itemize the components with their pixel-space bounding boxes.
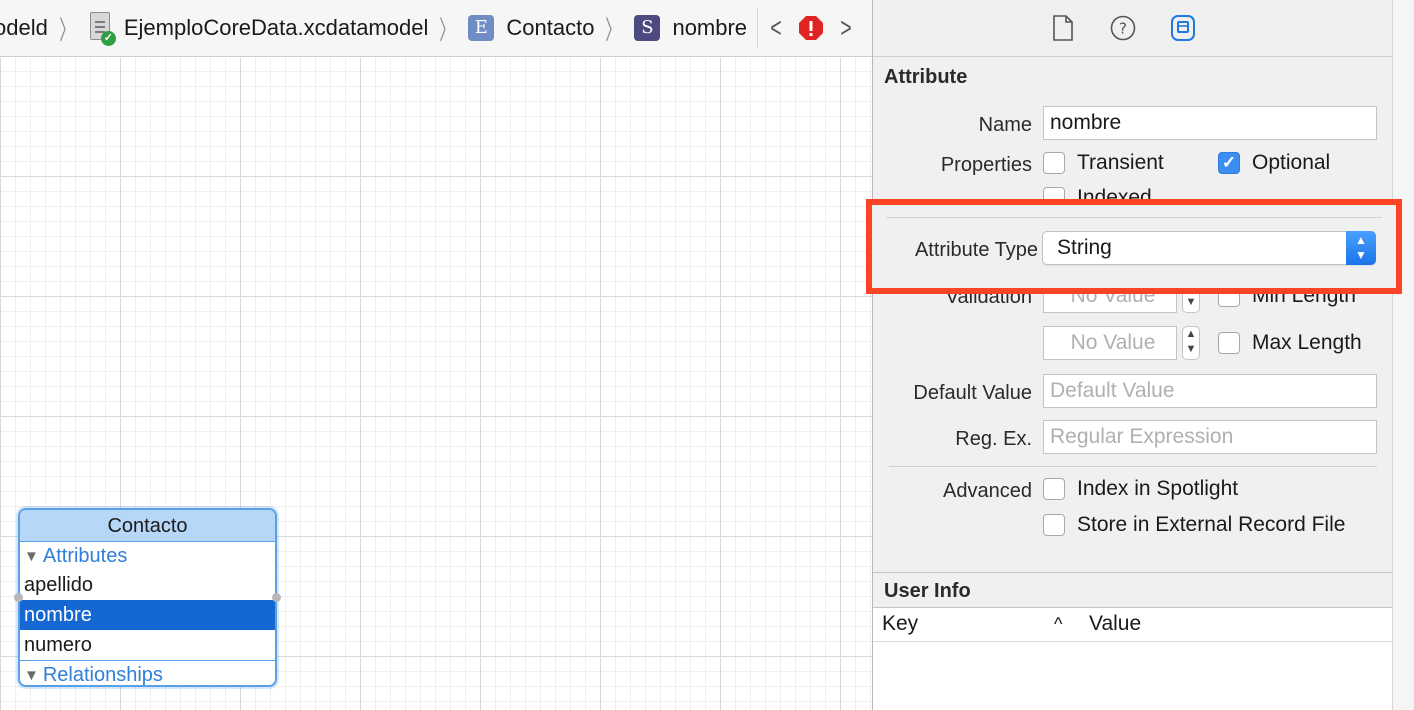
regex-label: Reg. Ex. [955,428,1032,450]
attribute-type-value: String [1057,236,1112,259]
entity-title[interactable]: Contacto [20,510,275,542]
value-column-header[interactable]: Value [1089,608,1141,640]
attribute-type-popup[interactable]: String ▲ ▼ [1042,231,1376,265]
max-length-checkbox[interactable] [1218,332,1240,354]
attribute-type-label: Attribute Type [914,239,1038,261]
attributes-section-header[interactable]: ▼ Attributes [20,542,275,570]
optional-checkbox[interactable]: ✓ [1218,152,1240,174]
section-divider [886,217,1382,218]
sort-ascending-icon[interactable]: ^ [1054,608,1062,640]
string-attribute-icon: S [634,15,661,41]
breadcrumb-label: Contacto [506,15,595,40]
breadcrumb-item-attribute[interactable]: S nombre [634,0,747,56]
data-model-inspector: ? Attribute Name nombre Properties Trans… [872,0,1393,710]
spotlight-checkbox[interactable] [1043,478,1065,500]
name-field[interactable]: nombre [1043,106,1377,140]
next-issue-button[interactable]: > [838,12,855,44]
connection-handle[interactable] [272,593,281,602]
user-info-table-body[interactable] [873,642,1393,710]
tab-data-model-inspector[interactable] [1170,14,1196,42]
quick-help-icon: ? [1110,15,1135,41]
jump-bar: odeld 〉 ✓ EjemploCoreData.xcdatamodel 〉 … [0,0,872,57]
disclosure-triangle-icon[interactable]: ▼ [24,667,39,684]
max-length-checkbox-row[interactable]: Max Length [1218,331,1362,355]
chevron-right-icon: 〉 [439,14,456,45]
transient-checkbox[interactable] [1043,152,1065,174]
tab-file-inspector[interactable] [1050,14,1076,42]
user-info-table-header: Key ^ Value [873,608,1393,642]
breadcrumb-label: EjemploCoreData.xcdatamodel [123,15,429,40]
section-divider [889,466,1377,467]
breadcrumb-item-model-partial[interactable]: odeld 〉 [0,0,88,56]
data-model-file-icon: ✓ [88,12,116,46]
svg-text:?: ? [1119,20,1127,38]
relationships-section-header[interactable]: ▼ Relationships [20,660,275,686]
spotlight-label: Index in Spotlight [1077,477,1239,500]
breadcrumb-label: odeld [0,15,48,40]
user-info-section-header: User Info [873,572,1393,608]
max-value-stepper[interactable]: ▲ ▼ [1182,326,1200,360]
breadcrumb-label: nombre [672,15,748,40]
tab-quick-help[interactable]: ? [1110,14,1136,42]
attribute-row[interactable]: apellido [20,570,275,600]
entity-icon: E [468,15,495,41]
breadcrumb-item-model-file[interactable]: ✓ EjemploCoreData.xcdatamodel 〉 [88,0,469,56]
name-label: Name [978,114,1032,136]
chevron-right-icon: 〉 [59,14,75,45]
default-value-field[interactable]: Default Value [1043,374,1377,408]
spotlight-checkbox-row[interactable]: Index in Spotlight [1043,477,1238,501]
inspector-scroll-gutter [1392,0,1414,710]
connection-handle[interactable] [14,593,23,602]
external-record-checkbox-row[interactable]: Store in External Record File [1043,513,1345,537]
attribute-section-title: Attribute [884,66,968,88]
key-column-header[interactable]: Key [882,608,918,640]
optional-checkbox-row[interactable]: ✓ Optional [1218,151,1330,175]
attribute-type-highlight: Attribute Type String ▲ ▼ [866,199,1402,294]
chevron-up-down-icon: ▲ ▼ [1346,231,1376,265]
entity-box-contacto[interactable]: Contacto ▼ Attributes apellido nombre num… [18,508,277,687]
external-record-label: Store in External Record File [1077,513,1346,536]
transient-checkbox-row[interactable]: Transient [1043,151,1164,175]
attribute-row[interactable]: numero [20,630,275,660]
default-value-label: Default Value [913,382,1032,404]
relationships-section-label: Relationships [42,664,163,686]
max-length-label: Max Length [1252,331,1362,354]
error-icon[interactable] [798,15,824,41]
issue-navigator-controls: < > [757,8,858,48]
model-graph-canvas[interactable]: Contacto ▼ Attributes apellido nombre num… [0,58,872,710]
properties-label: Properties [940,154,1032,176]
previous-issue-button[interactable]: < [768,12,785,44]
chevron-right-icon: 〉 [605,14,622,45]
transient-label: Transient [1077,151,1164,174]
inspector-tab-bar: ? [873,0,1392,57]
breadcrumb-item-entity[interactable]: E Contacto 〉 [468,0,634,56]
max-value-field[interactable]: No Value [1043,326,1177,360]
optional-label: Optional [1252,151,1331,174]
user-info-title: User Info [884,580,971,602]
advanced-label: Advanced [943,480,1032,502]
data-model-inspector-icon [1170,15,1195,41]
file-inspector-icon [1052,15,1073,41]
disclosure-triangle-icon[interactable]: ▼ [24,548,39,565]
external-record-checkbox[interactable] [1043,514,1065,536]
attribute-row-selected[interactable]: nombre [20,600,275,630]
regex-field[interactable]: Regular Expression [1043,420,1377,454]
attributes-section-label: Attributes [42,545,128,567]
